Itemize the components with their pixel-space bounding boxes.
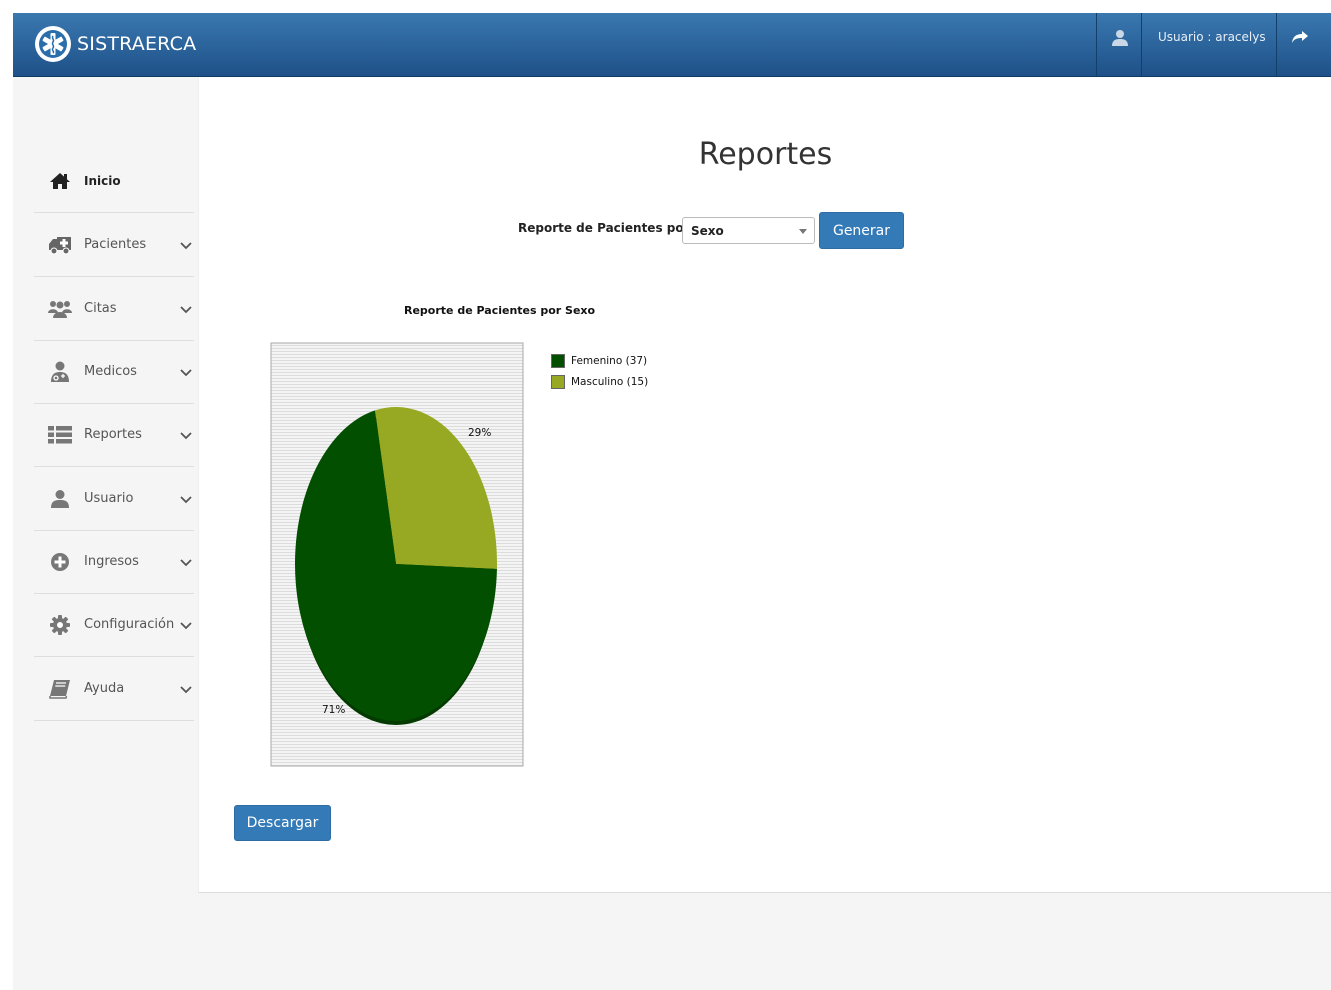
chevron-down-icon: [180, 305, 192, 313]
chart-legend: Femenino (37) Masculino (15): [551, 350, 648, 392]
gear-icon: [48, 614, 72, 636]
sidebar-item-usuario[interactable]: Usuario: [34, 467, 194, 531]
home-icon: [48, 170, 72, 192]
chart-title: Reporte de Pacientes por Sexo: [404, 304, 596, 317]
pie-chart: 29% 71%: [270, 342, 524, 767]
pie-percent-label: 71%: [322, 704, 345, 716]
user-icon[interactable]: [1110, 28, 1130, 48]
list-icon: [48, 424, 72, 446]
header-divider: [1096, 13, 1097, 76]
header-divider: [1276, 13, 1277, 76]
sidebar-item-label: Ingresos: [84, 554, 139, 569]
ambulance-icon: [48, 234, 72, 256]
report-type-select[interactable]: Sexo: [682, 217, 815, 244]
select-value: Sexo: [691, 224, 724, 238]
user-icon: [48, 488, 72, 510]
generate-button[interactable]: Generar: [819, 212, 904, 249]
sidebar-item-configuracion[interactable]: Configuración: [34, 593, 194, 657]
sidebar-item-ingresos[interactable]: Ingresos: [34, 530, 194, 594]
chevron-down-icon: [180, 621, 192, 629]
users-icon: [48, 298, 72, 320]
sidebar-item-inicio[interactable]: Inicio: [34, 149, 194, 213]
current-user-label[interactable]: Usuario : aracelys: [1158, 30, 1266, 44]
sidebar-item-label: Inicio: [84, 173, 121, 188]
chevron-down-icon: [180, 431, 192, 439]
chevron-down-icon: [180, 495, 192, 503]
sidebar-item-label: Usuario: [84, 491, 134, 506]
sidebar-item-citas[interactable]: Citas: [34, 277, 194, 341]
sidebar-item-label: Pacientes: [84, 237, 147, 252]
logout-share-icon[interactable]: [1291, 29, 1309, 45]
sidebar-item-reportes[interactable]: Reportes: [34, 403, 194, 467]
sidebar: Inicio Pacientes Citas Medicos Reportes …: [13, 77, 198, 990]
header-divider: [1141, 13, 1142, 76]
legend-swatch: [551, 353, 565, 368]
plus-circle-icon: [48, 551, 72, 573]
top-navbar: SISTRAERCA Usuario : aracelys: [13, 13, 1331, 77]
book-icon: [48, 678, 72, 700]
legend-label: Femenino (37): [571, 354, 648, 367]
page-title: Reportes: [698, 137, 833, 172]
sidebar-item-label: Citas: [84, 301, 117, 316]
legend-item: Masculino (15): [551, 371, 648, 392]
report-type-label: Reporte de Pacientes por:: [518, 221, 695, 235]
brand[interactable]: SISTRAERCA: [35, 26, 196, 62]
sidebar-item-ayuda[interactable]: Ayuda: [34, 657, 194, 721]
download-button[interactable]: Descargar: [234, 805, 331, 841]
user-md-icon: [48, 361, 72, 383]
legend-swatch: [551, 374, 565, 389]
brand-name: SISTRAERCA: [77, 33, 197, 55]
chevron-down-icon: [180, 685, 192, 693]
legend-label: Masculino (15): [571, 375, 649, 388]
main-content: Reportes Reporte de Pacientes por: Sexo …: [198, 77, 1331, 893]
sidebar-item-medicos[interactable]: Medicos: [34, 340, 194, 404]
sidebar-item-label: Reportes: [84, 427, 142, 442]
sidebar-item-label: Configuración: [84, 617, 175, 632]
app-frame: SISTRAERCA Usuario : aracelys Inicio Pac…: [13, 13, 1331, 990]
pie-percent-label: 29%: [468, 427, 491, 439]
sidebar-item-pacientes[interactable]: Pacientes: [34, 213, 194, 277]
chevron-down-icon: [180, 368, 192, 376]
medical-star-logo-icon: [35, 26, 71, 62]
chevron-down-icon: [180, 241, 192, 249]
sidebar-item-label: Medicos: [84, 364, 137, 379]
sidebar-item-label: Ayuda: [84, 681, 125, 696]
dropdown-arrow-icon: [799, 229, 807, 234]
legend-item: Femenino (37): [551, 350, 648, 371]
chevron-down-icon: [180, 558, 192, 566]
